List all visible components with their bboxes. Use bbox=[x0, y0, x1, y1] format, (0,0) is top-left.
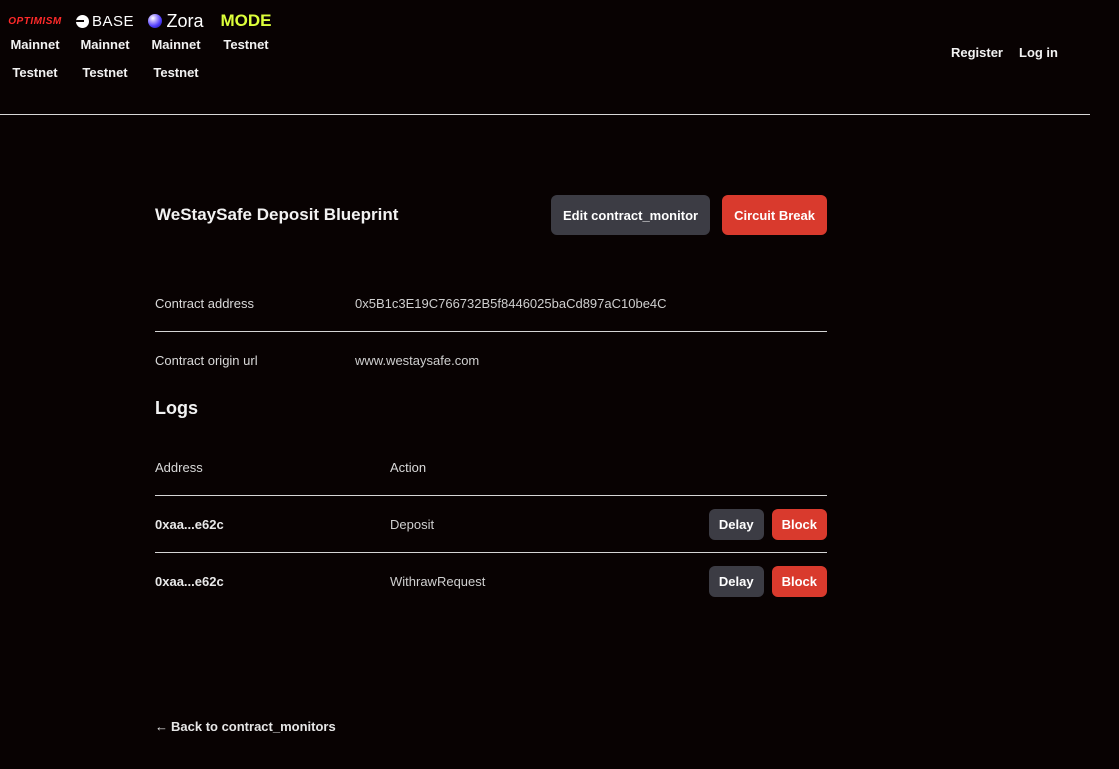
log-address: 0xaa...e62c bbox=[155, 516, 224, 532]
base-circle-icon bbox=[75, 14, 89, 28]
mode-testnet-link[interactable]: Testnet bbox=[223, 38, 268, 52]
optimism-logo[interactable]: OPTIMISM bbox=[8, 10, 61, 32]
contract-origin-value: www.westaysafe.com bbox=[355, 352, 480, 368]
address-column-header: Address bbox=[155, 459, 203, 475]
arrow-left-icon: ← bbox=[155, 719, 168, 734]
edit-contract-monitor-button[interactable]: Edit contract_monitor bbox=[551, 195, 711, 235]
network-mode: MODE Testnet bbox=[212, 10, 280, 94]
contract-address-row: Contract address 0x5B1c3E19C766732B5f844… bbox=[155, 275, 827, 332]
logs-table-header: Address Action bbox=[155, 439, 827, 496]
base-testnet-link[interactable]: Testnet bbox=[82, 66, 127, 80]
login-link[interactable]: Log in bbox=[1019, 45, 1058, 60]
contract-origin-row: Contract origin url www.westaysafe.com bbox=[155, 332, 827, 388]
network-base: BASE Mainnet Testnet bbox=[70, 10, 140, 94]
back-to-contract-monitors-link[interactable]: ← Back to contract_monitors bbox=[155, 719, 336, 734]
mode-logo[interactable]: MODE bbox=[221, 10, 272, 32]
block-button[interactable]: Block bbox=[771, 565, 827, 597]
block-button[interactable]: Block bbox=[771, 508, 827, 540]
network-nav: OPTIMISM Mainnet Testnet BASE Mainnet Te… bbox=[0, 10, 280, 94]
auth-links: Register Log in bbox=[951, 45, 1058, 60]
zora-orb-icon bbox=[148, 14, 163, 28]
delay-button[interactable]: Delay bbox=[708, 565, 764, 597]
network-zora: Zora Mainnet Testnet bbox=[140, 10, 212, 94]
zora-testnet-link[interactable]: Testnet bbox=[153, 66, 198, 80]
network-optimism: OPTIMISM Mainnet Testnet bbox=[0, 10, 70, 94]
contract-origin-label: Contract origin url bbox=[155, 352, 258, 368]
base-mainnet-link[interactable]: Mainnet bbox=[80, 38, 129, 52]
contract-address-value: 0x5B1c3E19C766732B5f8446025baCd897aC10be… bbox=[355, 295, 667, 311]
zora-logo-text: Zora bbox=[166, 10, 204, 31]
title-actions: Edit contract_monitor Circuit Break bbox=[551, 195, 827, 235]
optimism-testnet-link[interactable]: Testnet bbox=[12, 66, 57, 80]
circuit-break-button[interactable]: Circuit Break bbox=[722, 195, 827, 235]
table-row: 0xaa...e62c WithrawRequest Delay Block bbox=[155, 552, 827, 609]
base-logo-text: BASE bbox=[91, 12, 135, 30]
register-link[interactable]: Register bbox=[951, 45, 1003, 60]
log-address: 0xaa...e62c bbox=[155, 573, 224, 589]
zora-mainnet-link[interactable]: Mainnet bbox=[151, 38, 200, 52]
log-action: Deposit bbox=[390, 516, 435, 532]
back-link-label: Back to contract_monitors bbox=[171, 719, 336, 734]
log-action: WithrawRequest bbox=[390, 573, 486, 589]
action-column-header: Action bbox=[390, 459, 427, 475]
table-row: 0xaa...e62c Deposit Delay Block bbox=[155, 496, 827, 552]
row-actions: Delay Block bbox=[708, 565, 827, 597]
title-row: WeStaySafe Deposit Blueprint Edit contra… bbox=[155, 195, 827, 235]
base-logo[interactable]: BASE bbox=[75, 10, 135, 32]
page-title: WeStaySafe Deposit Blueprint bbox=[155, 205, 399, 224]
main-content: WeStaySafe Deposit Blueprint Edit contra… bbox=[155, 195, 827, 609]
optimism-mainnet-link[interactable]: Mainnet bbox=[10, 38, 59, 52]
logs-heading: Logs bbox=[155, 398, 198, 418]
delay-button[interactable]: Delay bbox=[708, 508, 764, 540]
zora-logo[interactable]: Zora bbox=[148, 10, 204, 32]
header-divider bbox=[0, 114, 1090, 115]
contract-address-label: Contract address bbox=[155, 295, 254, 311]
row-actions: Delay Block bbox=[708, 508, 827, 540]
